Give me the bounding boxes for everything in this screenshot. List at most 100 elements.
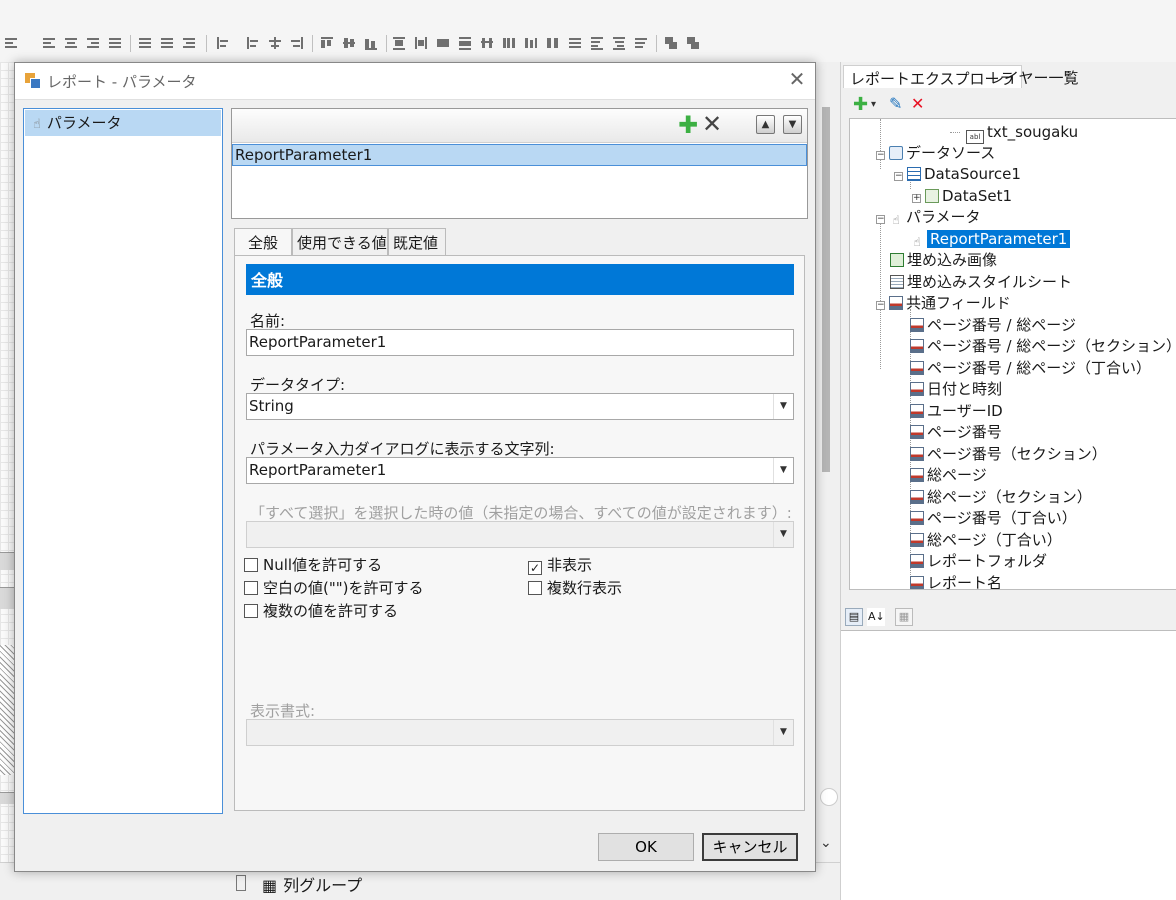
allow-blank-checkbox[interactable]: 空白の値("")を許可する [244,577,424,598]
spacing-icon[interactable] [480,36,494,50]
checkbox-box[interactable] [528,581,542,595]
justify-icon[interactable] [108,36,122,50]
tree-node-field[interactable]: ユーザーID [910,401,1003,421]
size-icon[interactable] [414,36,428,50]
hidden-checkbox[interactable]: ✓ 非表示 [528,554,592,575]
spacing-icon[interactable] [612,36,626,50]
tab-layer-list[interactable]: レイヤー一覧 [983,65,1085,88]
spacing-icon[interactable] [524,36,538,50]
layout-align-icon[interactable] [216,36,230,50]
tree-node-field[interactable]: ページ番号 / 総ページ（セクション） [910,336,1176,356]
tree-node-txt-sougaku[interactable]: abl txt_sougaku [966,122,1078,144]
tab-available-values[interactable]: 使用できる値 [292,228,388,256]
collapse-icon[interactable]: − [876,215,885,224]
spacing-icon[interactable] [502,36,516,50]
spacing-icon[interactable] [458,36,472,50]
edit-pencil-icon[interactable]: ✎ [889,94,902,113]
tree-node-embedded-images[interactable]: 埋め込み画像 [890,250,997,270]
tree-node-embedded-stylesheets[interactable]: 埋め込みスタイルシート [890,272,1072,292]
cancel-button[interactable]: キャンセル [702,833,798,861]
expand-icon[interactable]: + [912,194,921,203]
spacing-icon[interactable] [568,36,582,50]
checkmark-icon[interactable]: ✓ [528,561,542,575]
collapse-icon[interactable]: − [876,151,885,160]
layout-align-icon[interactable] [364,36,378,50]
explorer-tree[interactable]: abl txt_sougaku − データソース − DataSource1 + Dat… [849,118,1176,590]
tree-node-field[interactable]: 総ページ（丁合い） [910,530,1062,550]
layout-align-icon[interactable] [342,36,356,50]
dropdown-arrow-icon[interactable]: ▼ [773,394,793,419]
tree-node-datasources[interactable]: − データソース [876,143,995,163]
tree-node-field[interactable]: 総ページ（セクション） [910,487,1092,507]
tree-node-field[interactable]: レポートフォルダ [910,551,1047,571]
layout-align-icon[interactable] [320,36,334,50]
tree-node-datasource1[interactable]: − DataSource1 [894,164,1021,184]
name-input[interactable]: ReportParameter1 [246,329,794,356]
align-center-icon[interactable] [64,36,78,50]
designer-scrollbar[interactable]: ⌄ [816,62,840,862]
layout-align-icon[interactable] [290,36,304,50]
align-right-icon[interactable] [86,36,100,50]
scroll-knob[interactable] [820,788,838,806]
tree-node-parameters[interactable]: − ☝ パラメータ [876,207,981,227]
tree-node-dataset1[interactable]: + DataSet1 [912,186,1012,206]
dialog-titlebar[interactable]: レポート - パラメータ ✕ [15,63,815,99]
ok-button[interactable]: OK [598,833,694,861]
checkbox-box[interactable] [244,558,258,572]
chevron-down-icon[interactable]: ⌄ [820,835,832,851]
tab-general[interactable]: 全般 [234,228,292,258]
tree-node-field[interactable]: ページ番号 / 総ページ [910,315,1076,335]
allow-null-checkbox[interactable]: Null値を許可する [244,554,382,575]
tree-node-field[interactable]: レポート名 [910,573,1002,589]
layout-align-icon[interactable] [268,36,282,50]
move-up-button[interactable]: ▲ [756,115,775,134]
spacing-icon[interactable] [634,36,648,50]
align-left-icon[interactable] [42,36,56,50]
property-pages-icon[interactable]: ▦ [895,608,913,626]
spacing-icon[interactable] [546,36,560,50]
size-icon[interactable] [436,36,450,50]
dropdown-arrow-icon[interactable]: ▾ [871,99,876,110]
layout-align-icon[interactable] [246,36,260,50]
send-back-icon[interactable] [686,36,700,50]
checkbox-box[interactable] [244,581,258,595]
dropdown-arrow-icon[interactable]: ▼ [773,458,793,483]
prompt-select[interactable]: ReportParameter1 ▼ [246,457,794,484]
tree-node-field[interactable]: ページ番号（丁合い） [910,508,1077,528]
close-button[interactable]: ✕ [785,67,809,91]
checkbox-box[interactable] [244,604,258,618]
bring-front-icon[interactable] [664,36,678,50]
spacing-icon[interactable] [590,36,604,50]
collapse-icon[interactable]: − [894,172,903,181]
move-down-button[interactable]: ▼ [783,115,802,134]
tree-node-reportparameter1[interactable]: ☝ ReportParameter1 [910,229,1071,249]
delete-icon[interactable]: ✕ [911,94,924,113]
parameter-list-item[interactable]: ReportParameter1 [232,144,807,166]
add-parameter-button[interactable]: ✚ [678,112,698,138]
tree-node-field[interactable]: 日付と時刻 [910,379,1002,399]
add-icon[interactable]: ✚ [853,94,868,115]
property-grid[interactable] [841,630,1176,900]
size-icon[interactable] [392,36,406,50]
align-left-icon[interactable] [4,36,18,50]
toolbar-separator [656,35,657,52]
multi-value-checkbox[interactable]: 複数の値を許可する [244,600,398,621]
tree-node-field[interactable]: ページ番号 / 総ページ（丁合い） [910,358,1151,378]
tree-node-field[interactable]: 総ページ [910,465,987,485]
multiline-checkbox[interactable]: 複数行表示 [528,577,622,598]
sort-alphabetical-icon[interactable]: A↓ [867,608,885,626]
bullet-list-icon[interactable] [138,36,152,50]
nav-item-parameters[interactable]: ☝ パラメータ [25,110,221,136]
tree-node-common-fields[interactable]: − 共通フィールド [876,293,1011,313]
collapse-icon[interactable]: − [876,301,885,310]
datatype-select[interactable]: String ▼ [246,393,794,420]
tree-node-field[interactable]: ページ番号 [910,422,1002,442]
scrollbar-thumb[interactable] [822,107,830,472]
tab-default-values[interactable]: 既定値 [388,228,446,256]
drag-handle-icon[interactable] [236,875,246,891]
numbered-list-icon[interactable] [160,36,174,50]
indent-icon[interactable] [182,36,196,50]
tree-node-field[interactable]: ページ番号（セクション） [910,444,1107,464]
categorized-icon[interactable]: ▤ [845,608,863,626]
delete-parameter-button[interactable]: ✕ [702,111,722,137]
